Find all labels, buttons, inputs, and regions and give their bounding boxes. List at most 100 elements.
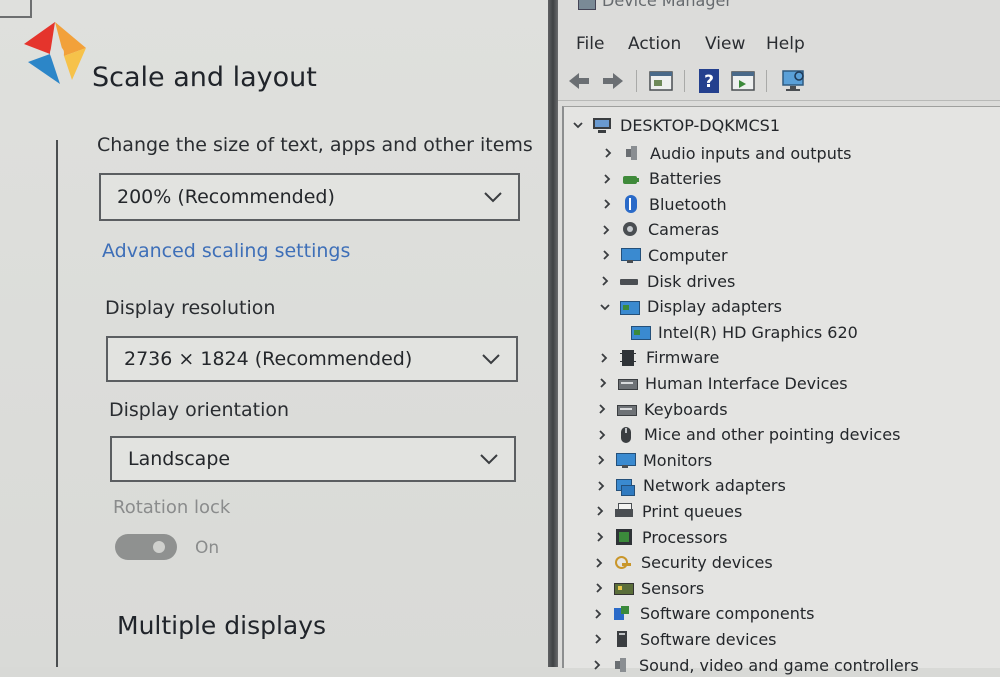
toolbar: ?	[558, 62, 1000, 101]
chevron-right-icon[interactable]	[600, 224, 612, 236]
orientation-label: Display orientation	[109, 399, 290, 421]
speaker-icon	[611, 656, 631, 674]
icon-part	[621, 484, 635, 496]
tree-root-computer[interactable]: DESKTOP-DQKMCS1	[572, 113, 780, 137]
chevron-right-icon[interactable]	[592, 633, 604, 645]
tree-node-label: DESKTOP-DQKMCS1	[620, 115, 780, 135]
tree-category[interactable]: Computer	[600, 243, 728, 267]
scale-label: Change the size of text, apps and other …	[97, 134, 533, 156]
icon-part	[623, 304, 629, 310]
tree-category[interactable]: Print queues	[594, 499, 742, 523]
chevron-right-icon[interactable]	[601, 198, 613, 210]
rotation-lock-state: On	[195, 538, 220, 558]
multiple-displays-heading: Multiple displays	[117, 611, 327, 640]
back-arrow-icon[interactable]	[566, 68, 592, 94]
monitor-icon	[620, 246, 641, 264]
chip-icon	[618, 349, 638, 367]
icon-part	[620, 360, 636, 362]
tree-node-label: Bluetooth	[649, 194, 727, 214]
disk-drive-icon	[619, 272, 639, 290]
properties-icon[interactable]	[648, 68, 674, 94]
icon-part	[614, 583, 634, 596]
camera-icon	[620, 221, 640, 239]
tree-node-label: Security devices	[641, 553, 773, 573]
icon-part	[619, 633, 625, 636]
screen-divider	[548, 0, 558, 667]
tree-category[interactable]: Firmware	[598, 346, 719, 370]
settings-panel: Scale and layout Change the size of text…	[0, 0, 548, 667]
help-icon[interactable]: ?	[696, 68, 722, 94]
icon-part	[620, 408, 632, 410]
advanced-scaling-link[interactable]: Advanced scaling settings	[102, 240, 350, 262]
tree-category[interactable]: Cameras	[600, 218, 719, 242]
chevron-right-icon[interactable]	[600, 249, 612, 261]
monitor-icon	[615, 451, 636, 469]
update-driver-icon[interactable]	[730, 68, 756, 94]
chevron-right-icon[interactable]	[601, 173, 613, 185]
chevron-down-icon[interactable]	[599, 301, 611, 313]
tree-category[interactable]: Mice and other pointing devices	[596, 423, 900, 447]
icon-part	[631, 146, 637, 160]
tree-category[interactable]: Software devices	[592, 627, 777, 651]
chevron-right-icon[interactable]	[599, 275, 611, 287]
battery-icon	[621, 170, 641, 188]
chevron-down-icon[interactable]	[572, 119, 584, 131]
icon-part	[598, 130, 606, 133]
chevron-right-icon[interactable]	[594, 531, 606, 543]
scale-dropdown[interactable]: 200% (Recommended)	[99, 173, 520, 221]
resolution-dropdown[interactable]: 2736 × 1824 (Recommended)	[106, 336, 518, 382]
tree-category[interactable]: Monitors	[595, 448, 712, 472]
tree-category[interactable]: Bluetooth	[601, 192, 727, 216]
chevron-right-icon[interactable]	[602, 147, 614, 159]
tree-node-label: Firmware	[646, 348, 720, 368]
tree-category[interactable]: Display adapters	[599, 295, 782, 319]
tree-category[interactable]: Security devices	[593, 551, 773, 575]
svg-text:?: ?	[704, 72, 714, 92]
chevron-right-icon[interactable]	[592, 608, 604, 620]
chevron-right-icon[interactable]	[596, 429, 608, 441]
forward-arrow-icon[interactable]	[600, 68, 626, 94]
tree-category[interactable]: Sound, video and game controllers	[591, 653, 919, 677]
tree-leaf-device[interactable]: Intel(R) HD Graphics 620	[622, 320, 858, 344]
icon-part	[620, 279, 638, 285]
scan-hardware-icon[interactable]	[780, 68, 806, 94]
orientation-dropdown[interactable]: Landscape	[110, 436, 516, 482]
tree-category[interactable]: Sensors	[593, 576, 704, 600]
chevron-right-icon[interactable]	[595, 454, 607, 466]
tree-node-label: Software components	[640, 604, 815, 624]
tree-category[interactable]: Software components	[592, 602, 814, 626]
chevron-right-icon[interactable]	[591, 659, 603, 671]
tree-category[interactable]: Human Interface Devices	[597, 371, 848, 395]
chevron-right-icon[interactable]	[594, 505, 606, 517]
chevron-right-icon[interactable]	[593, 582, 605, 594]
icon-part	[625, 195, 637, 214]
chevron-right-icon[interactable]	[595, 480, 607, 492]
chevron-right-icon[interactable]	[598, 352, 610, 364]
rotation-lock-toggle[interactable]	[115, 534, 177, 560]
menu-action[interactable]: Action	[628, 34, 681, 54]
window-frame-edge	[0, 0, 32, 18]
menu-help[interactable]: Help	[766, 34, 805, 54]
chevron-right-icon[interactable]	[597, 377, 609, 389]
tree-category[interactable]: Batteries	[601, 167, 721, 191]
icon-part	[625, 427, 627, 433]
computer-root-icon	[592, 116, 612, 134]
key-icon	[613, 554, 633, 572]
icon-part	[627, 260, 633, 264]
chevron-right-icon[interactable]	[593, 557, 605, 569]
menu-view[interactable]: View	[705, 34, 745, 54]
icon-part	[615, 509, 633, 518]
icon-part	[622, 562, 631, 566]
tree-category[interactable]: Disk drives	[599, 269, 735, 293]
toolbar-separator	[766, 70, 767, 92]
device-tree: DESKTOP-DQKMCS1 Audio inputs and outputs B…	[562, 106, 1000, 675]
tree-category[interactable]: Audio inputs and outputs	[602, 141, 851, 165]
tree-category[interactable]: Keyboards	[596, 397, 728, 421]
resolution-label: Display resolution	[105, 297, 276, 319]
tree-category[interactable]: Processors	[594, 525, 727, 549]
section-rule	[56, 140, 58, 667]
tree-category[interactable]: Network adapters	[595, 474, 786, 498]
chevron-right-icon[interactable]	[596, 403, 608, 415]
chevron-down-icon	[480, 454, 498, 465]
menu-file[interactable]: File	[576, 34, 604, 54]
